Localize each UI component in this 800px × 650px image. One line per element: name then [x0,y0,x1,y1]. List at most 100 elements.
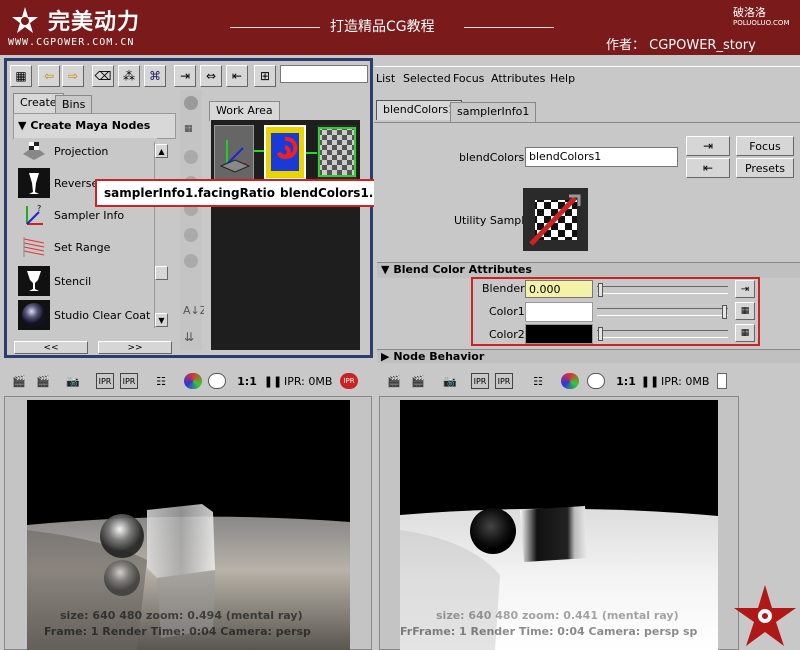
reverse-icon [18,168,50,198]
site-url: WWW.CGPOWER.COM.CN [8,37,135,48]
input-connections-icon[interactable]: ⇥ [174,65,196,87]
zoom-ratio[interactable]: 1:1 [615,373,637,389]
scroll-right-button[interactable]: >> [98,341,172,354]
watermark-bottom: POLUOLUO.COM [733,19,790,27]
render-info-frame-left: Frame: 1 Render Time: 0:04 Camera: persp [44,625,311,638]
node-label: Studio Clear Coat [54,308,151,322]
color2-slider[interactable] [597,330,728,338]
render-info-frame-right: FrFrame: 1 Render Time: 0:04 Camera: per… [400,625,698,638]
render-settings-icon[interactable]: ☷ [529,373,547,389]
list-item[interactable]: Studio Clear Coat [14,300,154,330]
graph-icon[interactable]: ⁂ [118,65,140,87]
color1-swatch[interactable] [525,302,593,322]
section-title: Blend Color Attributes [393,263,532,276]
tab-bins[interactable]: Bins [55,95,93,115]
color1-slider[interactable] [597,308,728,316]
presets-button[interactable]: Presets [736,158,794,178]
list-item[interactable]: Projection [14,136,154,166]
color1-label: Color1 [489,305,525,318]
scroll-thumb[interactable] [155,266,168,280]
checker-map-icon[interactable]: ▦ [735,324,755,342]
color2-swatch[interactable] [525,324,593,344]
list-item[interactable]: Set Range [14,232,154,262]
clapper-icon[interactable]: 🎬 [385,373,403,389]
menu-list[interactable]: List [376,72,395,85]
chevron-down-icon: ▼ [18,119,27,132]
alpha-channel-icon[interactable] [587,373,605,389]
io-connections-icon[interactable]: ⇔ [200,65,222,87]
section-node-behavior[interactable]: ▶ Node Behavior [377,349,800,363]
tab-samplerinfo1[interactable]: samplerInfo1 [450,102,537,122]
section-blend-color-attributes[interactable]: ▼ Blend Color Attributes [377,262,800,278]
checker-map-icon[interactable]: ▦ [735,302,755,320]
alpha-channel-icon[interactable] [208,373,226,389]
sphere-icon[interactable] [184,150,198,164]
pause-icon[interactable]: ❚❚ [641,373,659,389]
menu-focus[interactable]: Focus [453,72,484,85]
pause-icon[interactable]: ❚❚ [264,373,282,389]
scroll-down-icon[interactable]: ▼ [155,313,168,327]
color1-slider-thumb[interactable] [722,305,727,319]
menu-selected[interactable]: Selected [403,72,451,85]
watermark-top: 破洛洛 [733,6,766,19]
rgb-channel-icon[interactable] [184,373,202,389]
sort-type-icon[interactable]: ⇊ [184,330,194,344]
clear-graph-icon[interactable]: ⊞ [254,65,276,87]
menu-help[interactable]: Help [550,72,575,85]
checker-node[interactable] [317,125,357,180]
node-label: Reverse [54,176,99,190]
ipr-icon[interactable]: IPR [96,373,114,389]
blender-input[interactable]: 0.000 [525,280,593,298]
scroll-left-button[interactable]: << [14,341,88,354]
clapper-region-icon[interactable]: 🎬 [409,373,427,389]
blender-slider[interactable] [597,286,728,294]
stencil-icon [18,266,50,296]
menu-attributes[interactable]: Attributes [491,72,545,85]
ipr-icon[interactable]: IPR [471,373,489,389]
output-connections-icon[interactable]: ⇤ [226,65,248,87]
clapper-icon[interactable]: 🎬 [10,373,28,389]
sphere-icon[interactable] [184,96,198,110]
node-list: Projection Reverse ? Sampler Info Set Ra… [14,136,157,330]
checker-icon[interactable]: ▦ [10,65,32,87]
list-item[interactable]: Stencil [14,266,154,296]
sphere-icon[interactable] [184,254,198,268]
scroll-up-icon[interactable]: ▲ [155,144,168,158]
utility-icon [529,194,581,246]
camera-icon[interactable]: 📷 [64,373,82,389]
map-button-icon[interactable]: ⇥ [735,280,755,298]
ipr-refresh-icon[interactable]: IPR [495,373,513,389]
ipr-memory: IPR: 0MB [661,374,710,388]
grid-icon[interactable]: ▦ [184,124,198,138]
output-connections-icon[interactable]: ⇤ [686,158,730,178]
render-settings-icon[interactable]: ☷ [152,373,170,389]
node-name-input[interactable]: blendColors1 [525,147,678,167]
search-input[interactable] [280,65,368,83]
color2-slider-thumb[interactable] [598,327,603,341]
arrow-left-icon[interactable]: ⇦ [38,65,60,87]
blender-slider-thumb[interactable] [598,283,603,297]
rgb-channel-icon[interactable] [561,373,579,389]
ipr-memory: IPR: 0MB [284,374,333,388]
blend-colors-node[interactable] [264,125,306,180]
sampler-info-node[interactable] [214,125,254,180]
network-icon[interactable]: ⌘ [144,65,166,87]
clapper-region-icon[interactable]: 🎬 [34,373,52,389]
zoom-ratio[interactable]: 1:1 [236,373,258,389]
focus-button[interactable]: Focus [736,136,794,156]
connection-line [306,152,317,154]
ipr-stop-icon[interactable]: IPR [340,373,358,389]
arrow-right-icon[interactable]: ⇨ [62,65,84,87]
divider [230,27,320,28]
input-connections-icon[interactable]: ⇥ [686,136,730,156]
eraser-icon[interactable]: ⌫ [92,65,114,87]
utility-sample-label: Utility Sample [454,214,532,227]
list-scrollbar[interactable] [154,142,169,328]
tab-work-area[interactable]: Work Area [209,101,280,121]
render-toolbar-right: 🎬 🎬 📷 IPR IPR ☷ 1:1 ❚❚ IPR: 0MB [379,367,744,395]
ipr-refresh-icon[interactable]: IPR [120,373,138,389]
camera-icon[interactable]: 📷 [441,373,459,389]
color2-label: Color2 [489,328,525,341]
sphere-icon[interactable] [184,228,198,242]
scroll-indicator[interactable] [717,373,727,389]
